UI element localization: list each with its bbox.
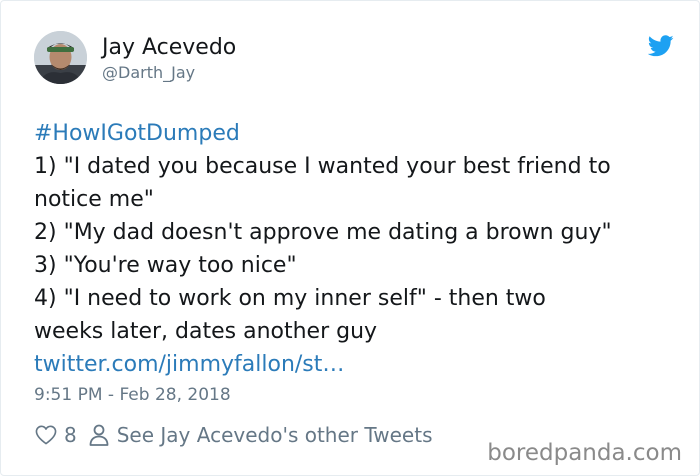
tweet-timestamp[interactable]: 9:51 PM - Feb 28, 2018 bbox=[34, 384, 231, 406]
heart-icon[interactable] bbox=[34, 423, 58, 447]
tweet-line: 4) "I need to work on my inner self" - t… bbox=[34, 286, 546, 311]
person-icon bbox=[87, 423, 111, 447]
other-tweets-link[interactable]: See Jay Acevedo's other Tweets bbox=[117, 423, 433, 447]
tweet-line: 2) "My dad doesn't approve me dating a b… bbox=[34, 220, 612, 245]
tweet-line: notice me" bbox=[34, 187, 154, 212]
tweet-line: 1) "I dated you because I wanted your be… bbox=[34, 154, 611, 179]
tweet-header: Jay Acevedo @Darth_Jay bbox=[34, 31, 674, 91]
tweet-line: weeks later, dates another guy bbox=[34, 319, 378, 344]
tweet-text: #HowIGotDumped 1) "I dated you because I… bbox=[34, 117, 674, 381]
tweet-line: 3) "You're way too nice" bbox=[34, 253, 297, 278]
tweet-url-link[interactable]: twitter.com/jimmyfallon/st… bbox=[34, 348, 674, 381]
twitter-bird-icon[interactable] bbox=[647, 35, 674, 57]
avatar[interactable] bbox=[34, 31, 87, 84]
author-names: Jay Acevedo @Darth_Jay bbox=[102, 34, 236, 83]
like-count: 8 bbox=[64, 423, 77, 447]
hashtag-link[interactable]: #HowIGotDumped bbox=[34, 117, 674, 150]
author-handle[interactable]: @Darth_Jay bbox=[102, 63, 236, 83]
tweet-actions: 8 See Jay Acevedo's other Tweets bbox=[34, 422, 433, 448]
watermark: boredpanda.com bbox=[487, 440, 682, 466]
author-display-name[interactable]: Jay Acevedo bbox=[102, 34, 236, 62]
tweet-card: Jay Acevedo @Darth_Jay #HowIGotDumped 1)… bbox=[0, 0, 700, 476]
